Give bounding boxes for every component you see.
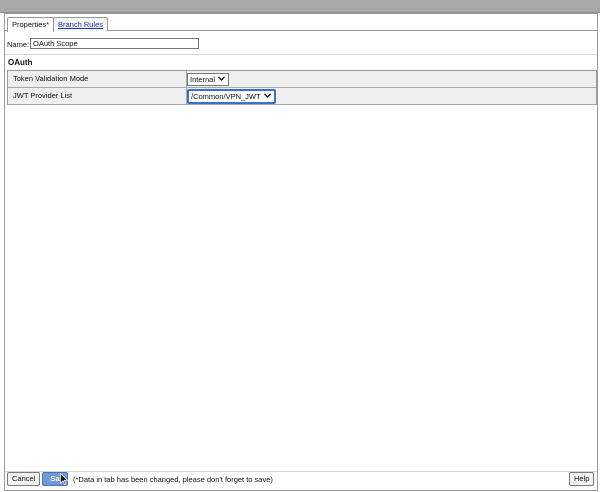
section-title: OAuth	[8, 58, 33, 67]
tab-strip: Properties* Branch Rules	[5, 14, 597, 32]
select-value: Internal	[190, 75, 216, 84]
table-row: Token Validation Mode Internal	[8, 71, 596, 88]
chevron-down-icon	[218, 76, 226, 83]
unsaved-changes-notice: (*Data in tab has been changed, please d…	[73, 475, 273, 484]
name-input[interactable]: OAuth Scope	[30, 38, 199, 49]
cancel-button[interactable]: Cancel	[7, 472, 41, 486]
select-value: /Common/VPN_JWT	[191, 92, 261, 101]
oauth-settings-table: Token Validation Mode Internal JWT Provi…	[7, 70, 597, 105]
jwt-provider-list-select[interactable]: /Common/VPN_JWT	[187, 89, 276, 104]
token-validation-mode-select[interactable]: Internal	[187, 73, 230, 86]
chevron-down-icon	[263, 93, 271, 100]
mouse-pointer-icon	[60, 472, 69, 485]
divider	[5, 54, 597, 55]
properties-panel: Properties* Branch Rules Name: OAuth Sco…	[4, 13, 598, 491]
tab-properties-label: Properties*	[12, 20, 50, 29]
tab-branch-rules-label: Branch Rules	[58, 20, 104, 29]
tab-properties[interactable]: Properties*	[7, 17, 55, 32]
window-title-bar	[0, 0, 600, 13]
tab-branch-rules[interactable]: Branch Rules	[53, 17, 109, 31]
help-button[interactable]: Help	[569, 472, 595, 486]
table-row: JWT Provider List /Common/VPN_JWT	[8, 88, 596, 105]
name-label: Name:	[7, 40, 30, 49]
token-validation-mode-label: Token Validation Mode	[8, 71, 187, 87]
jwt-provider-list-label: JWT Provider List	[8, 88, 187, 104]
footer-divider	[5, 471, 597, 472]
